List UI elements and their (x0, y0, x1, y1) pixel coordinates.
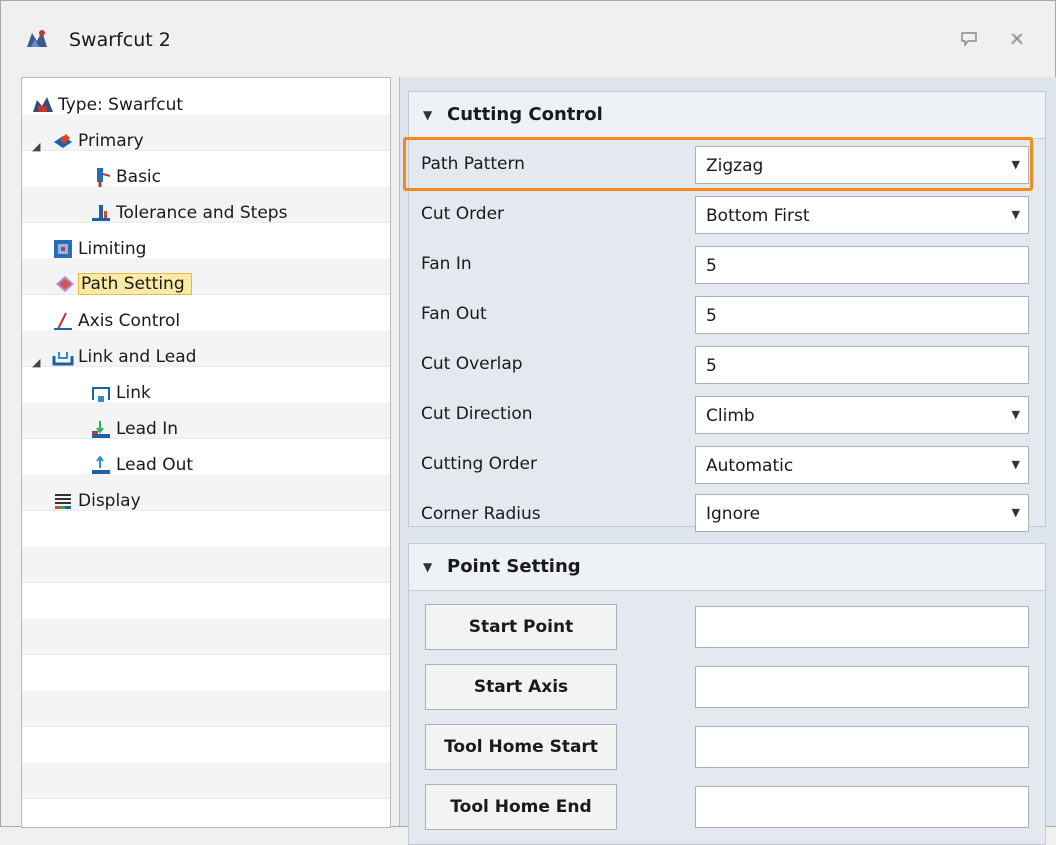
link-lead-icon (52, 352, 74, 366)
tolerance-steps-icon (92, 205, 110, 221)
tree-item-primary[interactable]: Primary (52, 126, 144, 156)
tool-home-start-button[interactable]: Tool Home Start (425, 724, 617, 770)
swarfcut-dialog: Swarfcut 2 Type: Swarfcut ◢ Primary Basi… (0, 0, 1056, 845)
tree-item-limiting[interactable]: Limiting (52, 234, 146, 264)
point-setting-header[interactable]: ▼ Point Setting (409, 544, 1045, 591)
tool-home-end-button[interactable]: Tool Home End (425, 784, 617, 830)
row-corner-radius: Corner Radius Ignore ▼ (409, 476, 1045, 532)
fan-in-input[interactable]: 5 (695, 246, 1029, 284)
tree-item-lead-in[interactable]: Lead In (90, 414, 178, 444)
cut-order-select[interactable]: Bottom First ▼ (695, 196, 1029, 234)
path-pattern-highlight (403, 137, 1033, 191)
row-fan-out: Fan Out 5 (409, 290, 1045, 340)
start-point-field[interactable] (695, 606, 1029, 648)
tree-item-link[interactable]: Link (90, 378, 151, 408)
start-axis-field[interactable] (695, 666, 1029, 708)
close-icon (1011, 33, 1023, 45)
swarfcut-app-icon (27, 30, 47, 47)
chevron-down-icon: ▼ (1011, 408, 1020, 421)
limiting-icon (54, 240, 72, 258)
link-icon (92, 387, 110, 402)
operation-tree: Type: Swarfcut ◢ Primary Basic Tolerance… (21, 77, 391, 828)
row-cut-overlap: Cut Overlap 5 (409, 340, 1045, 390)
start-point-button[interactable]: Start Point (425, 604, 617, 650)
lead-in-icon (92, 421, 110, 438)
swarfcut-type-icon (33, 97, 53, 112)
primary-part-icon (54, 134, 72, 148)
tree-item-display[interactable]: Display (52, 486, 141, 516)
close-button[interactable] (1007, 31, 1027, 49)
collapse-arrow-icon: ▼ (423, 560, 433, 574)
pin-button[interactable] (959, 31, 979, 49)
tree-item-path-setting[interactable]: Path Setting (54, 269, 192, 299)
chevron-down-icon: ▼ (1011, 458, 1020, 471)
cut-direction-select[interactable]: Climb ▼ (695, 396, 1029, 434)
cutting-control-header[interactable]: ▼ Cutting Control (409, 92, 1045, 139)
row-cut-direction: Cut Direction Climb ▼ (409, 390, 1045, 440)
tree-item-type[interactable]: Type: Swarfcut (32, 90, 183, 120)
corner-radius-select[interactable]: Ignore ▼ (695, 494, 1029, 532)
tree-item-axis-control[interactable]: Axis Control (52, 306, 180, 336)
chevron-down-icon: ▼ (1011, 208, 1020, 221)
cut-overlap-input[interactable]: 5 (695, 346, 1029, 384)
fan-out-input[interactable]: 5 (695, 296, 1029, 334)
expand-link-lead-icon[interactable]: ◢ (32, 356, 40, 369)
tree-item-lead-out[interactable]: Lead Out (90, 450, 193, 480)
point-setting-section: ▼ Point Setting Start Point Start Axis T… (408, 543, 1046, 845)
row-fan-in: Fan In 5 (409, 240, 1045, 290)
basic-tool-icon (97, 168, 111, 187)
lead-out-icon (92, 455, 110, 474)
path-setting-icon (56, 276, 74, 292)
chevron-down-icon: ▼ (1011, 506, 1020, 519)
tree-item-tolerance-steps[interactable]: Tolerance and Steps (90, 198, 287, 228)
start-axis-button[interactable]: Start Axis (425, 664, 617, 710)
comment-pin-icon (961, 32, 977, 48)
window-title: Swarfcut 2 (69, 29, 171, 51)
tool-home-start-field[interactable] (695, 726, 1029, 768)
tree-item-link-lead[interactable]: Link and Lead (52, 342, 196, 372)
axis-control-icon (54, 312, 72, 330)
expand-primary-icon[interactable]: ◢ (32, 140, 40, 153)
collapse-arrow-icon: ▼ (423, 108, 433, 122)
tool-home-end-field[interactable] (695, 786, 1029, 828)
tree-item-basic[interactable]: Basic (90, 162, 161, 192)
display-icon (55, 494, 71, 509)
row-cut-order: Cut Order Bottom First ▼ (409, 190, 1045, 240)
title-bar: Swarfcut 2 (1, 1, 1055, 73)
